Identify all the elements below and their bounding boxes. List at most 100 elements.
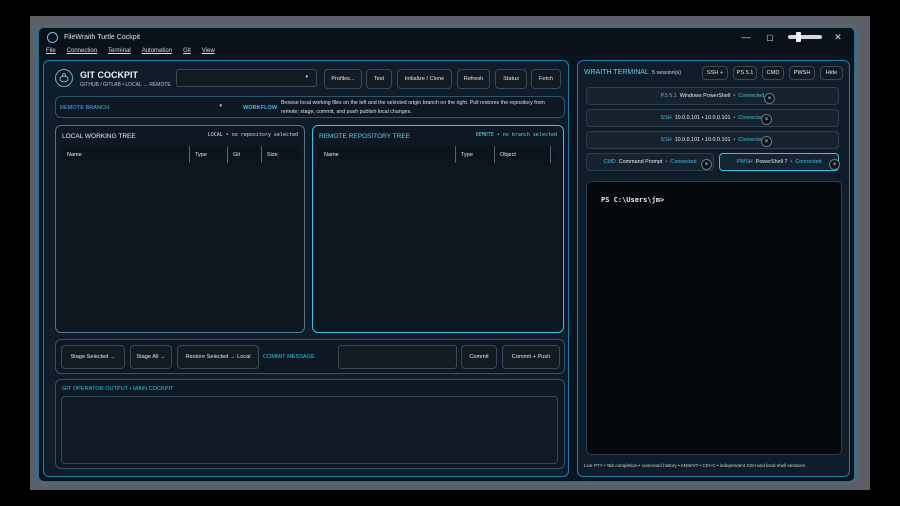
remote-tree-title: REMOTE REPOSITORY TREE xyxy=(319,133,410,140)
session-kind: CMD xyxy=(603,159,616,165)
session-name: PowerShell 7 xyxy=(755,159,788,165)
column-divider xyxy=(550,146,551,163)
workflow-label: WORKFLOW xyxy=(243,105,278,111)
turtle-logo-icon xyxy=(55,69,73,87)
session-separator: • xyxy=(790,159,793,165)
terminal-console[interactable]: PS C:\Users\jm> xyxy=(586,181,842,455)
column-size[interactable]: Size xyxy=(267,146,278,163)
minimize-icon: — xyxy=(741,32,751,42)
column-type[interactable]: Type xyxy=(195,146,207,163)
session-tab-cmd[interactable]: CMD Command Prompt • Connected xyxy=(586,153,714,171)
column-name[interactable]: Name xyxy=(324,146,339,163)
session-kind: SSH xyxy=(660,115,672,121)
profile-select[interactable]: ▾ xyxy=(176,69,317,87)
remote-file-list[interactable] xyxy=(318,164,558,328)
initialize-clone-button[interactable]: Initialize / Clone xyxy=(397,69,452,89)
close-session-icon[interactable]: × xyxy=(701,159,712,170)
session-kind: PS 5.1 xyxy=(660,93,677,99)
app-logo-icon xyxy=(47,31,58,43)
stage-selected-button[interactable]: Stage Selected → xyxy=(61,345,125,369)
close-session-icon[interactable]: × xyxy=(761,136,772,147)
profiles-button[interactable]: Profiles... xyxy=(324,69,362,89)
local-tree-status: LOCAL • no repository selected xyxy=(207,132,298,138)
commit-message-input[interactable] xyxy=(338,345,457,369)
column-divider xyxy=(455,146,456,163)
remote-branch-label: REMOTE BRANCH xyxy=(60,105,110,111)
menu-automation[interactable]: Automation xyxy=(142,48,172,54)
commit-bar: Stage Selected → Stage All → Restore Sel… xyxy=(55,339,565,374)
menu-file[interactable]: File xyxy=(46,48,56,54)
session-state: Connected xyxy=(738,93,765,99)
column-divider xyxy=(261,146,262,163)
cmd-button[interactable]: CMD xyxy=(762,66,784,80)
chevron-down-icon: ▾ xyxy=(219,103,222,109)
cockpit-title: GIT COCKPIT xyxy=(80,70,138,80)
close-button[interactable]: ✕ xyxy=(827,28,849,46)
minimize-button[interactable]: — xyxy=(735,28,757,46)
column-type[interactable]: Type xyxy=(461,146,473,163)
remote-branch-select[interactable]: ▾ xyxy=(114,101,228,113)
window-title: FileWraith Turtle Cockpit xyxy=(64,33,141,41)
ssh-add-button[interactable]: SSH + xyxy=(702,66,728,80)
session-name: 10.0.0.101 • 10.0.0.101 xyxy=(674,115,731,121)
session-state: Connected xyxy=(670,159,697,165)
local-file-list[interactable] xyxy=(61,164,301,328)
output-console[interactable] xyxy=(61,396,558,464)
opacity-slider[interactable] xyxy=(788,32,822,42)
column-divider xyxy=(494,146,495,163)
session-separator: • xyxy=(733,115,736,121)
hide-button[interactable]: Hide xyxy=(820,66,843,80)
refresh-button[interactable]: Refresh xyxy=(457,69,490,89)
maximize-button[interactable]: ▢ xyxy=(759,28,781,46)
column-name[interactable]: Name xyxy=(67,146,82,163)
chevron-down-icon: ▾ xyxy=(305,74,308,80)
session-tab-ps51[interactable]: PS 5.1 Windows PowerShell • Connected xyxy=(586,87,839,105)
close-session-icon[interactable]: × xyxy=(764,93,775,104)
fetch-button[interactable]: Fetch xyxy=(531,69,561,89)
session-separator: • xyxy=(733,93,736,99)
slider-handle[interactable] xyxy=(796,32,801,42)
test-button[interactable]: Test xyxy=(366,69,392,89)
local-working-tree-panel: LOCAL WORKING TREE LOCAL • no repository… xyxy=(55,125,305,333)
session-name: Windows PowerShell xyxy=(679,93,731,99)
terminal-footer: Live PTY • Tab completion • command hist… xyxy=(584,463,806,468)
pwsh-button[interactable]: PWSH xyxy=(789,66,815,80)
menu-bar: File Connection Terminal Automation Git … xyxy=(39,46,854,56)
app-window: FileWraith Turtle Cockpit — ▢ ✕ File Con… xyxy=(38,27,855,482)
workflow-description: Browse local working files on the left a… xyxy=(281,100,545,115)
close-icon: ✕ xyxy=(834,31,842,42)
close-session-icon[interactable]: × xyxy=(761,114,772,125)
session-count: 5 session(s) xyxy=(652,70,682,76)
session-name: Command Prompt xyxy=(618,159,663,165)
commit-button[interactable]: Commit xyxy=(461,345,497,369)
menu-view[interactable]: View xyxy=(202,48,215,54)
terminal-prompt: PS C:\Users\jm> xyxy=(601,196,665,204)
session-tab-ssh-2[interactable]: SSH 10.0.0.101 • 10.0.0.101 • Connected xyxy=(586,131,839,149)
title-bar: FileWraith Turtle Cockpit xyxy=(39,28,854,46)
session-separator: • xyxy=(733,137,736,143)
remote-tree-status: REMOTE • no branch selected xyxy=(475,132,557,138)
remote-repository-tree-panel: REMOTE REPOSITORY TREE REMOTE • no branc… xyxy=(312,125,564,333)
close-session-icon[interactable]: × xyxy=(829,159,840,170)
status-button[interactable]: Status xyxy=(495,69,527,89)
commit-push-button[interactable]: Commit + Push xyxy=(502,345,560,369)
menu-terminal[interactable]: Terminal xyxy=(108,48,131,54)
wraith-terminal-panel: WRAITH TERMINAL 5 session(s) SSH + PS 5.… xyxy=(577,60,850,477)
session-kind: PWSH xyxy=(736,159,753,165)
session-state: Connected xyxy=(795,159,822,165)
menu-git[interactable]: Git xyxy=(183,48,191,54)
ps51-button[interactable]: PS 5.1 xyxy=(733,66,757,80)
menu-connection[interactable]: Connection xyxy=(67,48,97,54)
stage-all-button[interactable]: Stage All → xyxy=(130,345,172,369)
local-table-header: Name Type Git Size xyxy=(61,146,301,163)
session-tab-ssh-1[interactable]: SSH 10.0.0.101 • 10.0.0.101 • Connected xyxy=(586,109,839,127)
session-kind: SSH xyxy=(660,137,672,143)
git-output-panel: GIT OPERATOR OUTPUT • MAIN COCKPIT xyxy=(55,379,565,469)
column-object[interactable]: Object xyxy=(500,146,516,163)
maximize-icon: ▢ xyxy=(766,32,774,42)
column-divider xyxy=(189,146,190,163)
session-tab-pwsh-active[interactable]: PWSH PowerShell 7 • Connected xyxy=(719,153,839,171)
column-git[interactable]: Git xyxy=(233,146,240,163)
branch-workflow-bar: REMOTE BRANCH ▾ WORKFLOW Browse local wo… xyxy=(55,96,565,118)
restore-selected-button[interactable]: Restore Selected → Local xyxy=(177,345,259,369)
